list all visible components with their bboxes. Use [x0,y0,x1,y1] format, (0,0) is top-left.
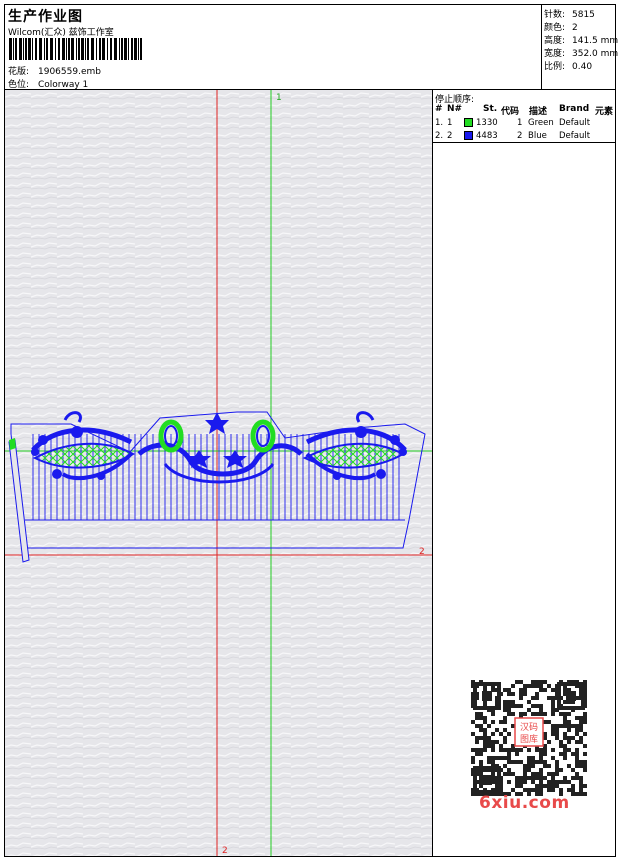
company-name: Wilcom(汇众) 兹饰工作室 [8,28,114,38]
design-stats: 针数: 5815 颜色: 2 高度: 141.5 mm 宽度: 352.0 mm 比例:… [542,5,619,90]
colorway-row: 色位: Colorway 1 [8,77,88,90]
col-needle: N# [447,104,463,114]
col-code: 代码 [501,107,520,117]
site-watermark[interactable]: 6xiu.com [479,793,570,813]
col-stitches: St. [483,104,498,114]
sheet-title: 生产作业图 [8,9,83,25]
design-file: 1906559.emb [38,67,101,77]
guide-label-green-top: 1 [276,93,282,103]
colorway-label: 色位: [8,80,30,90]
design-label: 花版: [8,67,30,77]
col-index: # [435,104,443,114]
color-swatch-blue [464,131,473,140]
design-canvas[interactable]: 1 2 2 [5,90,433,856]
qr-badge-bottom: 图库 [520,733,538,745]
production-sheet: 生产作业图 Wilcom(汇众) 兹饰工作室 花版: 1906559.emb 色位… [4,4,619,857]
stop-sequence-header: # N# St. 代码 描述 Brand 元素 [433,104,615,117]
stat-stitches: 针数: 5815 [544,10,595,20]
stat-scale: 比例: 0.40 [544,62,593,72]
left-handle-tip [9,438,16,450]
stop-sequence-divider [433,142,615,143]
stop-row-1[interactable]: 1. 1 1330 1 Green Default [433,118,615,130]
design-row: 花版: 1906559.emb [8,64,101,77]
guide-label-red-right: 2 [419,547,425,557]
stat-width: 宽度: 352.0 mm [544,49,619,59]
qr-badge-top: 汉码 [520,722,538,733]
sheet-header: 生产作业图 Wilcom(汇众) 兹饰工作室 花版: 1906559.emb 色位… [5,5,542,90]
colorway-value: Colorway 1 [38,80,89,90]
stop-sequence-panel: 停止顺序: # N# St. 代码 描述 Brand 元素 1. 1 1330 … [433,90,615,856]
stat-colors: 颜色: 2 [544,23,578,33]
col-brand: Brand [559,104,590,114]
color-swatch-green [464,118,473,127]
col-element: 元素 [595,107,614,117]
guide-label-red-bottom: 2 [222,846,228,856]
col-desc: 描述 [529,107,548,117]
barcode-icon [9,38,142,60]
qr-code-icon[interactable]: 汉码 图库 [471,680,587,796]
stat-height: 高度: 141.5 mm [544,36,619,46]
embroidery-preview: 1 2 2 [5,90,432,856]
